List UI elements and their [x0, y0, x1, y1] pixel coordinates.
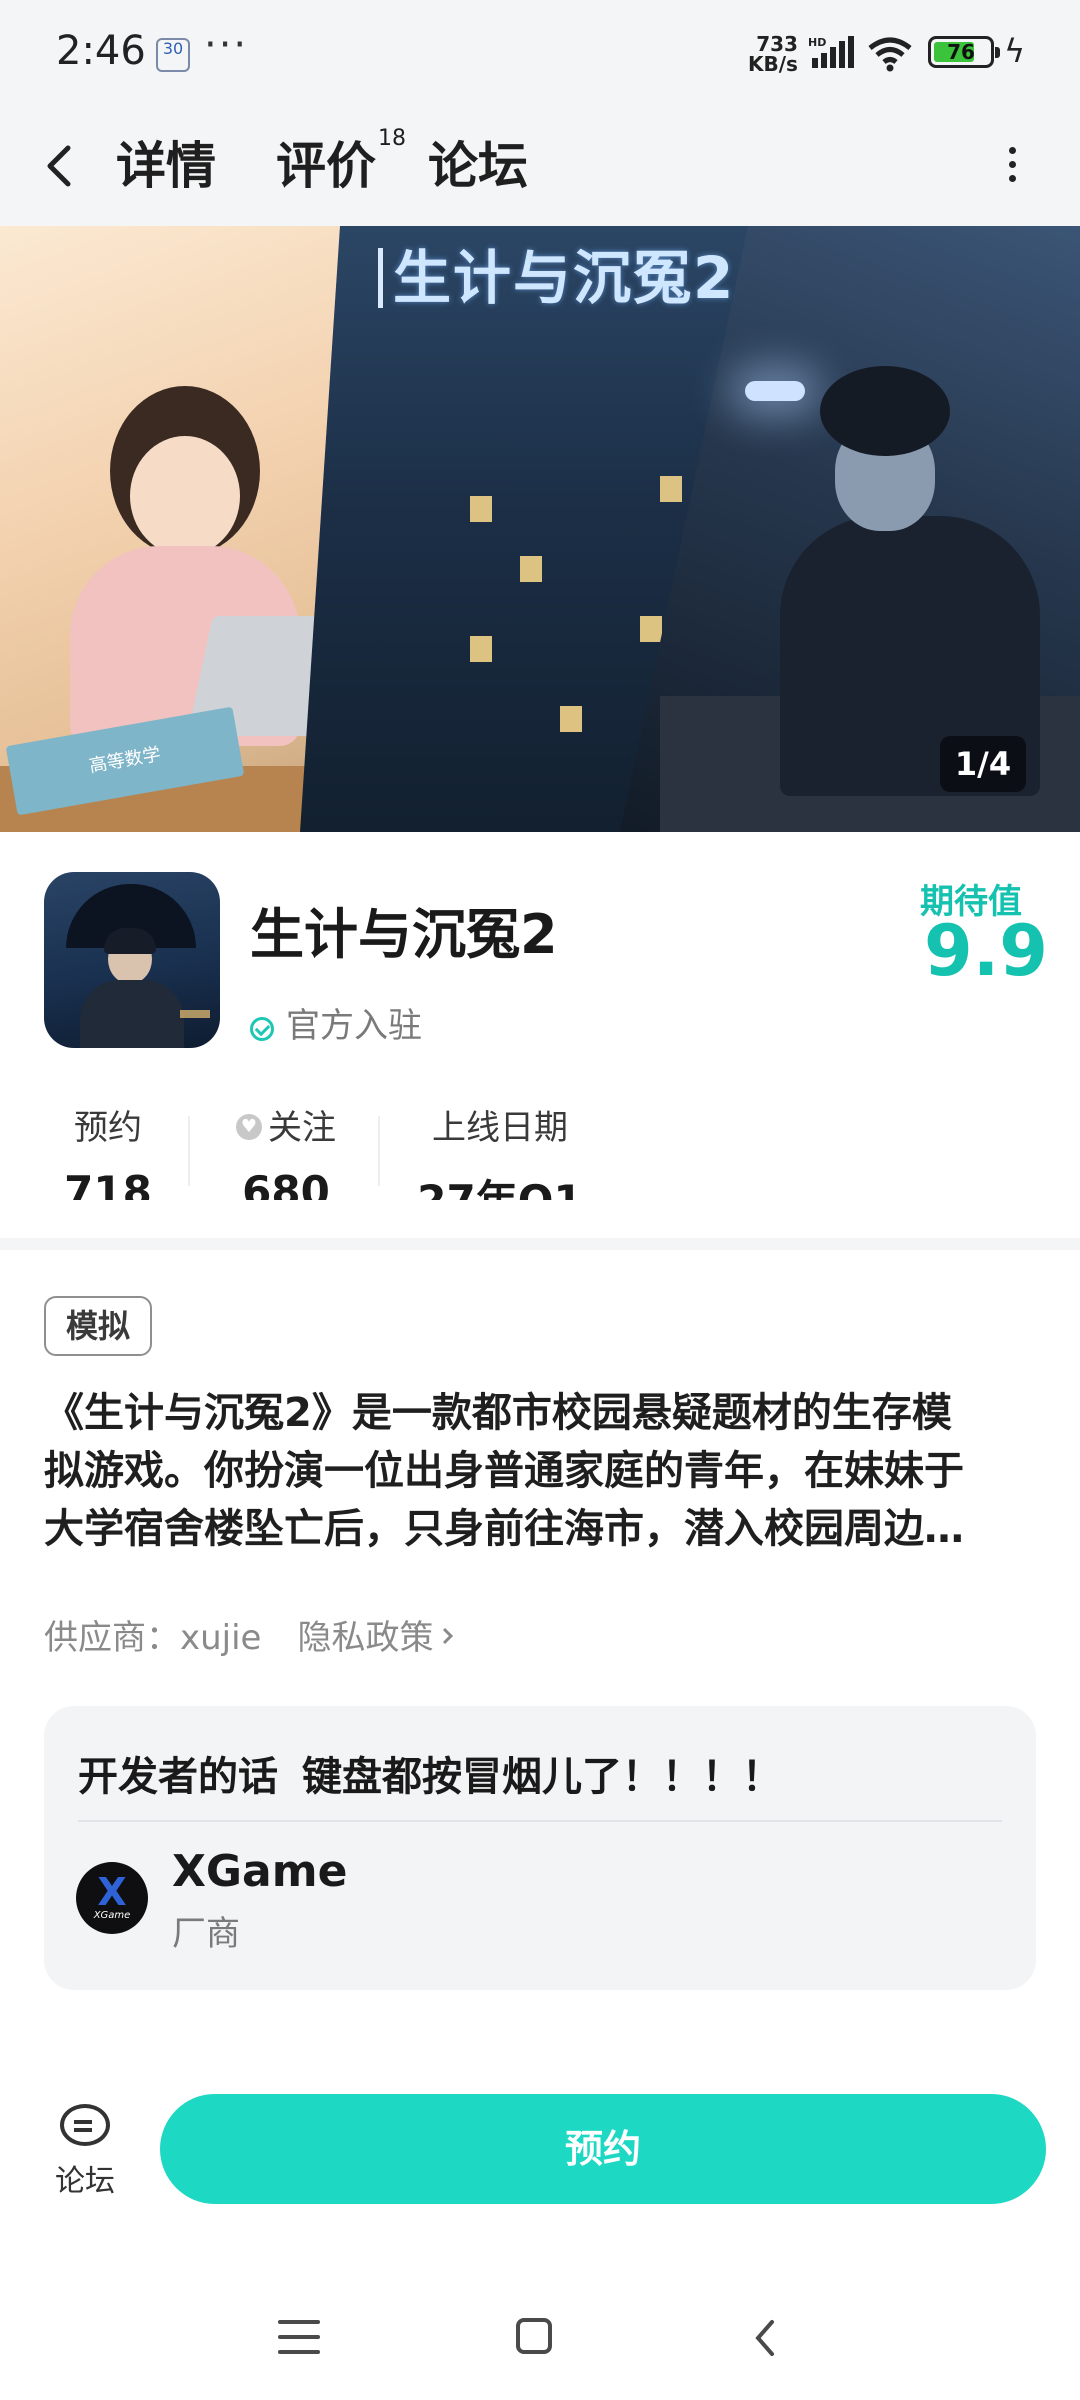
banner-girl-face	[130, 436, 240, 556]
home-button[interactable]	[516, 2318, 552, 2354]
section-divider	[0, 1238, 1080, 1250]
icon-character-body	[80, 980, 184, 1048]
network-tag: HD	[808, 36, 826, 49]
more-notifications-icon: ···	[204, 22, 249, 68]
tab-forum[interactable]: 论坛	[428, 126, 528, 198]
dot-icon	[1008, 175, 1016, 182]
developer-name[interactable]: XGame	[172, 1846, 347, 1897]
game-title: 生计与沉冤2	[250, 903, 558, 966]
charging-icon: ϟ	[1004, 32, 1026, 70]
description-line: 《生计与沉冤2》是一款都市校园悬疑题材的生存模	[44, 1390, 952, 1436]
banner-boy-hair	[820, 366, 950, 456]
battery-level: 76	[947, 40, 975, 64]
reserve-button[interactable]: 预约	[160, 2094, 1046, 2204]
heart-icon: ♥	[236, 1113, 262, 1140]
privacy-policy-link[interactable]: 隐私政策	[297, 1618, 457, 1658]
stat-reservations: 预约 718	[48, 1100, 168, 1200]
icon-character-hair	[104, 928, 156, 954]
calendar-icon: 30	[156, 38, 190, 72]
banner-window-light	[640, 616, 662, 642]
supplier-label: 供应商：xujie	[44, 1618, 262, 1658]
icon-city-lights	[180, 1010, 210, 1018]
game-app-icon	[44, 872, 220, 1048]
tab-detail[interactable]: 详情	[112, 126, 220, 198]
stat-value: 27年Q1	[410, 1167, 590, 1200]
privacy-policy-label: 隐私政策	[297, 1618, 434, 1658]
banner-window-light	[470, 636, 492, 662]
stat-label: 关注	[268, 1108, 336, 1148]
genre-tag[interactable]: 模拟	[44, 1296, 153, 1356]
developer-logo-text: XGame	[93, 1910, 131, 1921]
review-count-badge: 18	[378, 126, 406, 152]
stat-label: 上线日期	[432, 1108, 568, 1148]
tab-forum-label: 论坛	[428, 137, 528, 195]
developer-card[interactable]: 开发者的话 键盘都按冒烟儿了！！！！ X XGame XGame 厂商	[44, 1706, 1036, 1990]
banner-title: 生计与沉冤2	[378, 248, 735, 308]
forum-button-label: 论坛	[55, 2164, 115, 2199]
banner-lamp	[745, 381, 805, 401]
stat-followers[interactable]: ♥ 关注 680	[222, 1100, 350, 1200]
description-line: 拟游戏。你扮演一位出身普通家庭的青年，在妹妹于	[44, 1448, 964, 1494]
developer-words-text: 键盘都按冒烟儿了！！！！	[302, 1754, 782, 1800]
game-description[interactable]: 《生计与沉冤2》是一款都市校园悬疑题材的生存模 拟游戏。你扮演一位出身普通家庭的…	[44, 1384, 1038, 1558]
stat-label: 预约	[74, 1108, 142, 1148]
card-divider	[78, 1820, 1002, 1822]
recent-apps-button[interactable]	[278, 2320, 320, 2356]
carousel-page-indicator: 1/4	[940, 736, 1026, 792]
system-nav-bar	[0, 2290, 1080, 2400]
developer-logo-mark: X	[97, 1870, 127, 1914]
developer-avatar[interactable]: X XGame	[76, 1862, 148, 1934]
description-line: 大学宿舍楼坠亡后，只身前往海市，潜入校园周边…	[44, 1506, 964, 1552]
developer-words: 开发者的话 键盘都按冒烟儿了！！！！	[78, 1744, 782, 1802]
banner-window-light	[660, 476, 682, 502]
developer-words-label: 开发者的话	[78, 1754, 278, 1800]
supplier-row: 供应商：xujie 隐私政策	[44, 1610, 457, 1659]
tab-detail-label: 详情	[116, 137, 216, 195]
forum-button[interactable]: 论坛	[40, 2100, 130, 2210]
tab-review[interactable]: 评价18	[276, 126, 406, 198]
status-bar: 2:46 30 ··· 733 KB/s HD 76 ϟ	[0, 0, 1080, 110]
network-speed-unit: KB/s	[748, 52, 798, 76]
banner-window-light	[520, 556, 542, 582]
status-time: 2:46	[56, 28, 146, 74]
menu-line-icon	[278, 2350, 320, 2354]
more-options-button[interactable]	[992, 140, 1032, 200]
verified-check-icon	[250, 1017, 274, 1041]
chat-bubble-icon	[60, 2104, 110, 2146]
official-badge: 官方入驻	[250, 998, 422, 1047]
screenshot-carousel[interactable]: 高等数学 生计与沉冤2 1/4	[0, 226, 1080, 832]
menu-line-icon	[278, 2335, 320, 2339]
network-speed: 733 KB/s	[748, 34, 798, 74]
stat-value: 718	[64, 1167, 152, 1200]
dot-icon	[1008, 147, 1016, 154]
banner-window-light	[470, 496, 492, 522]
top-nav: 详情 评价18 论坛	[0, 110, 1080, 226]
back-button[interactable]	[40, 134, 100, 204]
menu-line-icon	[278, 2320, 320, 2324]
signal-icon: HD	[808, 36, 854, 68]
stat-divider	[378, 1116, 380, 1186]
game-stats: 预约 718 ♥关注 680 上线日期 27年Q1	[0, 1100, 1080, 1200]
banner-window-light	[560, 706, 582, 732]
battery-icon: 76	[928, 36, 1000, 68]
expectation-score: 9.9	[924, 910, 1049, 992]
stat-release-date: 上线日期 27年Q1	[410, 1100, 590, 1200]
developer-role: 厂商	[172, 1914, 240, 1954]
dot-icon	[1008, 161, 1016, 168]
chevron-right-icon	[443, 1627, 454, 1645]
chevron-left-icon	[47, 145, 71, 187]
tab-review-label: 评价	[276, 137, 376, 195]
wifi-icon	[868, 37, 912, 72]
stat-value: 680	[242, 1167, 330, 1200]
stat-divider	[188, 1116, 190, 1186]
back-arrow-icon	[755, 2320, 774, 2356]
network-speed-value: 733	[756, 32, 798, 56]
official-label: 官方入驻	[286, 1006, 422, 1046]
system-back-button[interactable]	[750, 2314, 780, 2370]
